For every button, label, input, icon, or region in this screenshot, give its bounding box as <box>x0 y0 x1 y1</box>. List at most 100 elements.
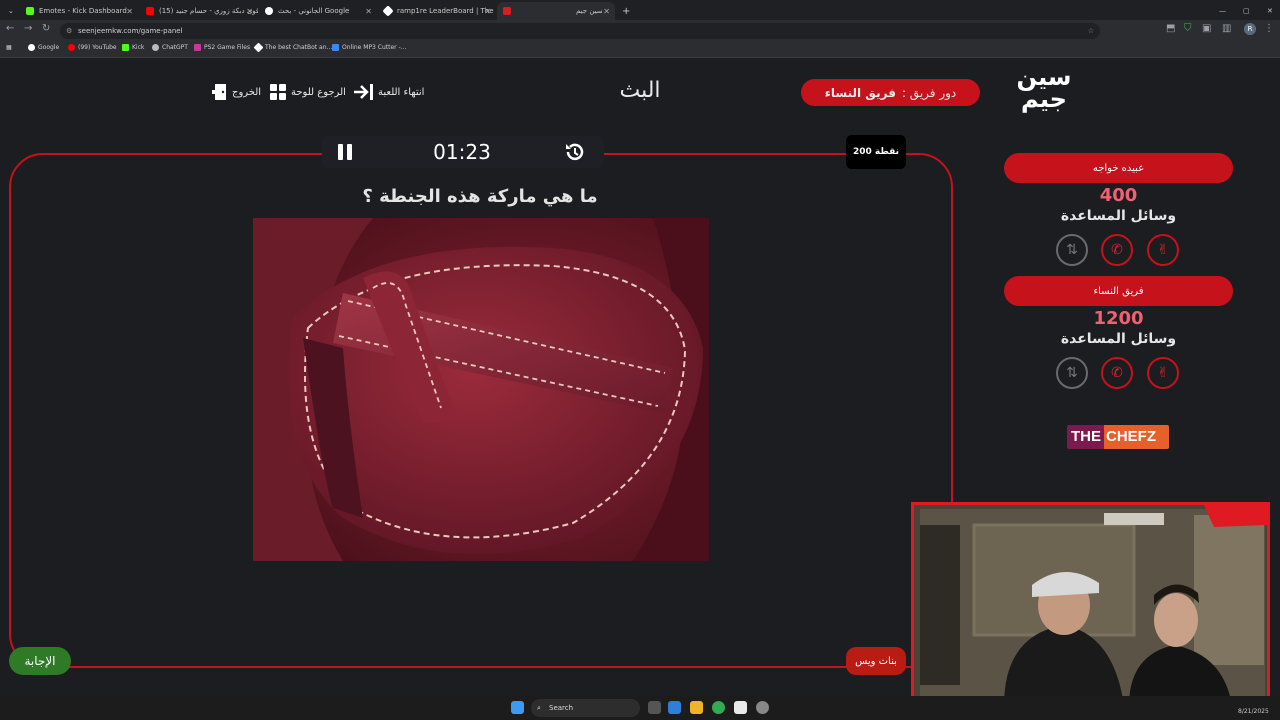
chevron-down-icon: ⌄ <box>8 7 14 15</box>
streamers-camera-feed <box>914 505 1267 706</box>
taskbar-search-input[interactable]: ⌕ Search <box>531 699 640 717</box>
profile-avatar[interactable]: R <box>1244 23 1256 35</box>
obs-icon[interactable] <box>756 701 769 714</box>
answer-button[interactable]: الإجابة <box>9 647 71 675</box>
new-tab-button[interactable]: + <box>616 2 630 20</box>
url-input[interactable]: ⚙ seenjeemkw.com/game-panel ☆ <box>60 23 1100 39</box>
history-icon <box>566 143 584 161</box>
apps-grid-icon[interactable]: ▦ <box>6 44 12 51</box>
bookmark-label: PS2 Game Files <box>204 44 251 51</box>
copilot-icon[interactable] <box>668 701 681 714</box>
team-2-name: فريق النساء <box>1004 276 1233 306</box>
bookmark-kick[interactable]: Kick <box>122 44 144 51</box>
forward-arrow-icon[interactable]: → <box>24 23 32 34</box>
back-to-board-label: الرجوع للوحة <box>291 86 346 98</box>
team-2-swap-lifeline[interactable]: ⇅ <box>1056 357 1088 389</box>
team-1-double-lifeline[interactable]: ✌ <box>1147 234 1179 266</box>
close-icon[interactable]: ✕ <box>603 7 610 16</box>
shield-icon[interactable]: ⛉ <box>1184 23 1192 34</box>
bookmark-mp3-cutter[interactable]: Online MP3 Cutter -... <box>332 44 406 51</box>
more-menu-icon[interactable]: ⋮ <box>1264 23 1274 34</box>
tab-seen-jeem[interactable]: سين جيم ✕ <box>497 2 615 20</box>
reload-icon[interactable]: ↻ <box>42 23 50 34</box>
close-icon[interactable]: ✕ <box>246 7 253 16</box>
file-explorer-icon[interactable] <box>690 701 703 714</box>
end-game-button[interactable]: انتهاء اللعبة <box>352 82 424 102</box>
minimize-button[interactable]: — <box>1213 2 1229 20</box>
bookmark-label: ChatGPT <box>162 44 188 51</box>
back-to-board-button[interactable]: الرجوع للوحة <box>269 82 346 102</box>
tab-title: (15) أقوى دبكة زوري - حسام جنيد <box>159 7 258 15</box>
bookmark-chatbot[interactable]: The best ChatBot an... <box>253 42 333 53</box>
extension-icon[interactable]: ⬒ <box>1166 23 1175 34</box>
countdown-timer: 01:23 <box>433 140 491 164</box>
pause-icon <box>338 144 352 160</box>
two-fingers-icon: ✌ <box>1157 365 1169 381</box>
reset-timer-button[interactable] <box>564 141 586 167</box>
team-1-call-lifeline[interactable]: ✆ <box>1101 234 1133 266</box>
bookmark-label: Kick <box>132 44 145 51</box>
tab-search-menu[interactable]: ⌄ <box>2 2 16 20</box>
tab-leaderboard[interactable]: ramp1re LeaderBoard | The be ✕ <box>378 2 496 20</box>
team-2-score: 1200 <box>1093 308 1144 329</box>
turn-team-name: فريق النساء <box>824 85 896 100</box>
seen-jeem-icon <box>503 7 511 15</box>
google-icon <box>28 44 35 51</box>
maximize-button[interactable]: ▢ <box>1237 2 1253 20</box>
maximize-icon: ▢ <box>1243 7 1250 15</box>
plus-icon: + <box>622 5 630 17</box>
bookmark-label: (99) YouTube <box>78 44 117 51</box>
timer-bar: 01:23 <box>322 136 604 168</box>
youtube-icon <box>146 7 154 15</box>
site-info-icon[interactable]: ⚙ <box>66 23 72 39</box>
windows-start-icon[interactable] <box>511 701 524 714</box>
google-icon <box>265 7 273 15</box>
tab-title: Emotes - Kick Dashboard <box>39 7 127 15</box>
bookmark-ps2[interactable]: PS2 Game Files <box>194 44 250 51</box>
bookmark-google[interactable]: Google <box>28 44 59 51</box>
team-1-swap-lifeline[interactable]: ⇅ <box>1056 234 1088 266</box>
team-1-helpers-label: وسائل المساعدة <box>1060 208 1177 224</box>
swap-icon: ⇅ <box>1066 242 1078 258</box>
sidebar-icon[interactable]: ▥ <box>1222 23 1231 34</box>
close-icon: ✕ <box>1267 7 1273 15</box>
exit-button[interactable]: الخروج <box>212 82 261 102</box>
puzzle-icon[interactable]: ▣ <box>1202 23 1211 34</box>
kick-icon <box>26 7 34 15</box>
bookmark-star-icon[interactable]: ☆ <box>1088 23 1094 39</box>
windows-taskbar: ⌕ Search 8/21/2025 <box>0 696 1280 720</box>
phone-icon: ✆ <box>1111 365 1123 381</box>
pause-button[interactable] <box>336 142 354 166</box>
task-view-icon[interactable] <box>648 701 661 714</box>
bookmark-label: The best ChatBot an... <box>265 44 333 51</box>
sponsor-part-1: THE <box>1067 425 1104 449</box>
team-2-double-lifeline[interactable]: ✌ <box>1147 357 1179 389</box>
address-bar-row: ← → ↻ ⚙ seenjeemkw.com/game-panel ☆ ⬒ ⛉ … <box>0 20 1280 42</box>
close-window-button[interactable]: ✕ <box>1261 2 1277 20</box>
bookmark-label: Google <box>38 44 60 51</box>
tab-youtube[interactable]: (15) أقوى دبكة زوري - حسام جنيد ✕ <box>140 2 258 20</box>
url-text: seenjeemkw.com/game-panel <box>78 27 183 35</box>
current-turn-badge: دور فريق : فريق النساء <box>801 79 980 106</box>
tab-google-search[interactable]: الجانوني - بحث Google ✕ <box>259 2 377 20</box>
end-game-label: انتهاء اللعبة <box>378 86 425 98</box>
phone-icon: ✆ <box>1111 242 1123 258</box>
minimize-icon: — <box>1219 7 1226 15</box>
bookmark-youtube[interactable]: (99) YouTube <box>68 44 117 51</box>
taskbar-date: 8/21/2025 <box>1238 708 1269 715</box>
close-icon[interactable]: ✕ <box>484 7 491 16</box>
chrome-icon[interactable] <box>712 701 725 714</box>
team-select-button[interactable]: بنات ويس <box>846 647 906 675</box>
youtube-icon <box>68 44 75 51</box>
back-arrow-icon[interactable]: ← <box>6 23 14 34</box>
close-icon[interactable]: ✕ <box>126 7 133 16</box>
door-icon <box>212 84 226 100</box>
search-icon: ⌕ <box>537 704 541 712</box>
team-2-call-lifeline[interactable]: ✆ <box>1101 357 1133 389</box>
calendar-icon[interactable] <box>734 701 747 714</box>
logo-line-2: جيم <box>1021 85 1067 113</box>
bookmark-chatgpt[interactable]: ChatGPT <box>152 44 188 51</box>
tab-kick-dashboard[interactable]: Emotes - Kick Dashboard ✕ <box>20 2 138 20</box>
close-icon[interactable]: ✕ <box>365 7 372 16</box>
tab-title: ramp1re LeaderBoard | The be <box>397 7 496 15</box>
